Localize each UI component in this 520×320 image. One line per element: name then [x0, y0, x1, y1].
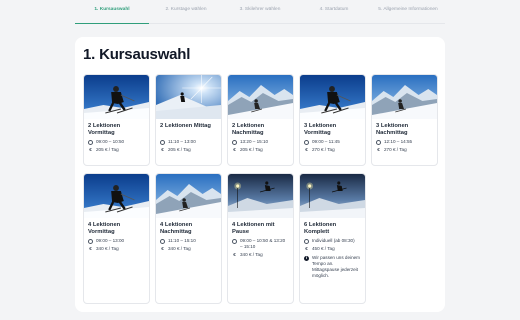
- euro-icon: €: [305, 246, 308, 251]
- course-price-row: €205 € / Tag: [84, 145, 149, 153]
- course-title: 2 Lektionen Vormittag: [88, 123, 121, 136]
- course-price-row: €205 € / Tag: [156, 145, 221, 153]
- course-price-row: €450 € / Tag: [300, 244, 365, 252]
- course-price: 340 € / Tag: [168, 246, 191, 251]
- course-time-row: 12:10 – 14:55: [372, 137, 437, 145]
- course-price: 205 € / Tag: [96, 147, 119, 152]
- course-time-row: 09:00 – 10:50: [84, 137, 149, 145]
- clock-icon: [304, 238, 309, 244]
- course-title: 2 Lektionen Nachmittag: [232, 123, 265, 136]
- course-card[interactable]: 3 Lektionen Nachmittag 12:10 – 14:55 €270 …: [371, 74, 438, 166]
- course-info-row: i Wir passen uns deinem Tempo an. Mittags…: [300, 253, 365, 279]
- course-price: 340 € / Tag: [96, 246, 119, 251]
- course-title: 3 Lektionen Vormittag: [304, 123, 337, 136]
- clock-icon: [88, 238, 93, 244]
- course-image: [300, 75, 365, 119]
- course-title: 3 Lektionen Nachmittag: [376, 123, 409, 136]
- euro-icon: €: [233, 147, 236, 152]
- course-price-row: €205 € / Tag: [228, 145, 293, 153]
- course-card[interactable]: 2 Lektionen Mittag 11:10 – 13:00 €205 € / …: [155, 74, 222, 166]
- course-image: [228, 174, 293, 218]
- course-time: 09:00 – 13:00: [96, 238, 125, 243]
- clock-icon: [232, 139, 237, 145]
- page-title: 1. Kursauswahl: [83, 46, 191, 63]
- course-image: [156, 75, 221, 119]
- course-card[interactable]: 4 Lektionen mit Pause 09:00 – 10:50 & 13:…: [227, 173, 294, 304]
- course-image: [228, 75, 293, 119]
- clock-icon: [232, 238, 237, 244]
- course-time: 11:10 – 13:00: [168, 139, 196, 144]
- course-selection-panel: 1. Kursauswahl 2 Lektionen Vormittag 09:0…: [75, 37, 445, 312]
- course-price: 270 € / Tag: [384, 147, 407, 152]
- course-title: 4 Lektionen Vormittag: [88, 222, 121, 235]
- course-time-row: 09:00 – 10:50 & 13:20 – 15:10: [228, 236, 293, 250]
- course-image: [372, 75, 437, 119]
- course-price-row: €340 € / Tag: [228, 250, 293, 258]
- course-price: 205 € / Tag: [240, 147, 263, 152]
- course-price-row: €340 € / Tag: [84, 244, 149, 252]
- course-time-row: 11:10 – 13:00: [156, 137, 221, 145]
- course-time: 13:20 – 15:10: [240, 139, 269, 144]
- course-time: 09:00 – 11:45: [312, 139, 340, 144]
- course-price: 205 € / Tag: [168, 147, 191, 152]
- clock-icon: [160, 139, 165, 145]
- course-time: 09:00 – 10:50: [96, 139, 125, 144]
- course-time: Individuell (ab 08:30): [312, 238, 355, 243]
- euro-icon: €: [89, 147, 92, 152]
- clock-icon: [160, 238, 165, 244]
- step-tab-4[interactable]: 4. Startdatum: [297, 0, 371, 24]
- course-time-row: 09:00 – 13:00: [84, 236, 149, 244]
- course-price: 270 € / Tag: [312, 147, 335, 152]
- course-time-row: 09:00 – 11:45: [300, 137, 365, 145]
- euro-icon: €: [377, 147, 380, 152]
- step-tab-5[interactable]: 5. Allgemeine Informationen: [371, 0, 445, 24]
- course-title: 6 Lektionen Komplett: [304, 222, 337, 235]
- euro-icon: €: [161, 246, 164, 251]
- course-image: [156, 174, 221, 218]
- course-image: [84, 174, 149, 218]
- course-price-row: €270 € / Tag: [300, 145, 365, 153]
- course-title: 4 Lektionen Nachmittag: [160, 222, 193, 235]
- course-image: [84, 75, 149, 119]
- step-tab-2[interactable]: 2. Kurstage wählen: [149, 0, 223, 24]
- course-title: 4 Lektionen mit Pause: [232, 222, 275, 235]
- course-time: 09:00 – 10:50 & 13:20 – 15:10: [240, 238, 286, 249]
- progress-steps: 1. Kursauswahl 2. Kurstage wählen 3. Skile…: [75, 0, 445, 24]
- clock-icon: [376, 139, 381, 145]
- euro-icon: €: [305, 147, 308, 152]
- course-card[interactable]: 2 Lektionen Vormittag 09:00 – 10:50 €205 €…: [83, 74, 150, 166]
- course-time: 12:10 – 14:55: [384, 139, 413, 144]
- course-card[interactable]: 3 Lektionen Vormittag 09:00 – 11:45 €270 €…: [299, 74, 366, 166]
- euro-icon: €: [89, 246, 92, 251]
- course-time-row: 11:10 – 15:10: [156, 236, 221, 244]
- clock-icon: [304, 139, 309, 145]
- course-price-row: €340 € / Tag: [156, 244, 221, 252]
- course-price: 340 € / Tag: [240, 252, 263, 257]
- course-time: 11:10 – 15:10: [168, 238, 196, 243]
- course-card[interactable]: 6 Lektionen Komplett Individuell (ab 08:3…: [299, 173, 366, 304]
- course-price: 450 € / Tag: [312, 246, 335, 251]
- euro-icon: €: [161, 147, 164, 152]
- course-title: 2 Lektionen Mittag: [160, 123, 211, 129]
- course-info: Wir passen uns deinem Tempo an. Mittagsp…: [312, 255, 361, 278]
- clock-icon: [88, 139, 93, 145]
- course-card[interactable]: 4 Lektionen Vormittag 09:00 – 13:00 €340 €…: [83, 173, 150, 304]
- course-image: [300, 174, 365, 218]
- euro-icon: €: [233, 252, 236, 257]
- course-time-row: 13:20 – 15:10: [228, 137, 293, 145]
- course-card[interactable]: 4 Lektionen Nachmittag 11:10 – 15:10 €340 …: [155, 173, 222, 304]
- step-tab-3[interactable]: 3. Skilehrer wählen: [223, 0, 297, 24]
- step-tab-1[interactable]: 1. Kursauswahl: [75, 0, 149, 24]
- course-time-row: Individuell (ab 08:30): [300, 236, 365, 244]
- course-price-row: €270 € / Tag: [372, 145, 437, 153]
- info-icon: i: [304, 255, 309, 261]
- course-card[interactable]: 2 Lektionen Nachmittag 13:20 – 15:10 €205 …: [227, 74, 294, 166]
